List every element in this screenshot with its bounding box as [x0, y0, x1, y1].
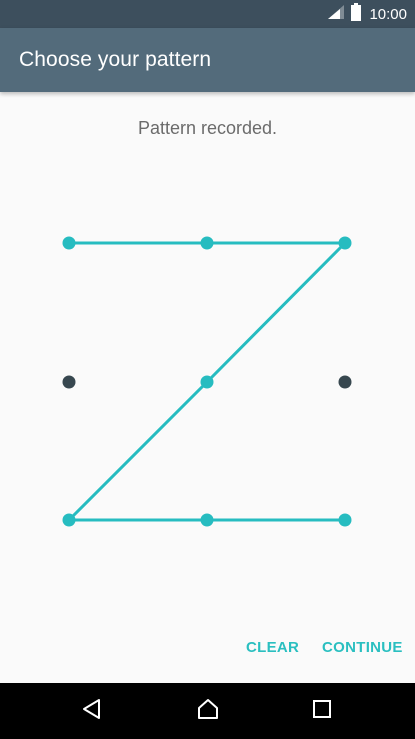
action-bar: CLEAR CONTINUE — [0, 634, 415, 662]
pattern-dot-selected[interactable] — [200, 513, 214, 527]
pattern-dot-selected[interactable] — [200, 236, 214, 250]
back-icon — [81, 698, 103, 725]
continue-button[interactable]: CONTINUE — [322, 634, 403, 662]
pattern-dot-selected[interactable] — [200, 375, 214, 389]
clear-button[interactable]: CLEAR — [246, 634, 299, 662]
pattern-dot[interactable] — [338, 375, 352, 389]
pattern-dot-selected[interactable] — [338, 236, 352, 250]
home-icon — [196, 698, 220, 725]
recents-button[interactable] — [292, 683, 352, 739]
navigation-bar — [0, 683, 415, 739]
pattern-segment — [67, 380, 209, 522]
back-button[interactable] — [62, 683, 122, 739]
pattern-dot-selected[interactable] — [62, 513, 76, 527]
recents-icon — [312, 699, 332, 724]
pattern-segment — [205, 241, 347, 384]
pattern-grid[interactable] — [0, 0, 415, 739]
home-button[interactable] — [178, 683, 238, 739]
pattern-dot-selected[interactable] — [62, 236, 76, 250]
pattern-dot-selected[interactable] — [338, 513, 352, 527]
pattern-dot[interactable] — [62, 375, 76, 389]
